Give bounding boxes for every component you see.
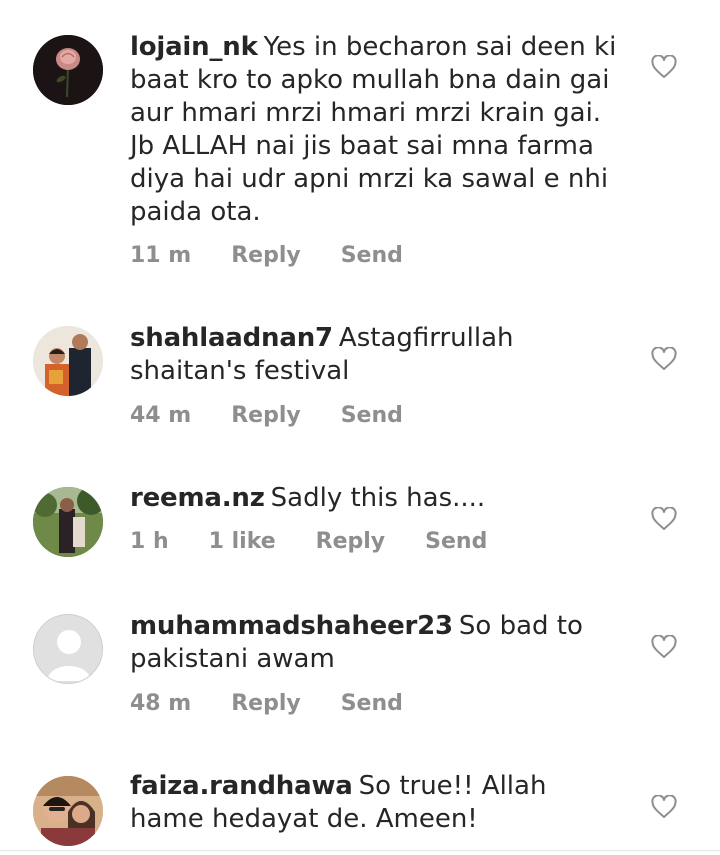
avatar[interactable] [33,487,103,557]
comment-username[interactable]: reema.nz [130,483,265,513]
reply-button[interactable]: Reply [231,691,301,716]
avatar[interactable] [33,326,103,396]
reply-button[interactable]: Reply [231,243,301,268]
divider [0,850,720,851]
send-button[interactable]: Send [341,691,403,716]
send-button[interactable]: Send [341,243,403,268]
comment-time: 1 h [130,529,169,554]
comment-actions: 44 m Reply Send [130,403,620,428]
avatar[interactable] [33,614,103,684]
comment-time: 48 m [130,691,192,716]
rose-photo-icon [33,35,103,105]
comment-username[interactable]: faiza.randhawa [130,771,353,801]
comment-time: 11 m [130,243,192,268]
heart-outline-icon[interactable] [651,347,677,371]
comment-text: Sadly this has.... [270,483,486,513]
comment-actions: 11 m Reply Send [130,243,620,268]
heart-outline-icon[interactable] [651,795,677,819]
comment-username[interactable]: shahlaadnan7 [130,323,333,353]
comment-time: 44 m [130,403,192,428]
default-avatar-icon [34,615,102,683]
comment-username[interactable]: muhammadshaheer23 [130,611,453,641]
outdoor-photo-icon [33,487,103,557]
heart-outline-icon[interactable] [651,55,677,79]
couple-photo-icon [33,326,103,396]
heart-outline-icon[interactable] [651,507,677,531]
comment-actions: 1 h 1 like Reply Send [130,529,620,554]
reply-button[interactable]: Reply [316,529,386,554]
comment-username[interactable]: lojain_nk [130,32,258,62]
avatar[interactable] [33,776,103,846]
reply-button[interactable]: Reply [231,403,301,428]
comment-actions: 48 m Reply Send [130,691,620,716]
heart-outline-icon[interactable] [651,635,677,659]
likes-count[interactable]: 1 like [209,529,276,554]
send-button[interactable]: Send [425,529,487,554]
avatar[interactable] [33,35,103,105]
send-button[interactable]: Send [341,403,403,428]
selfie-photo-icon [33,776,103,846]
